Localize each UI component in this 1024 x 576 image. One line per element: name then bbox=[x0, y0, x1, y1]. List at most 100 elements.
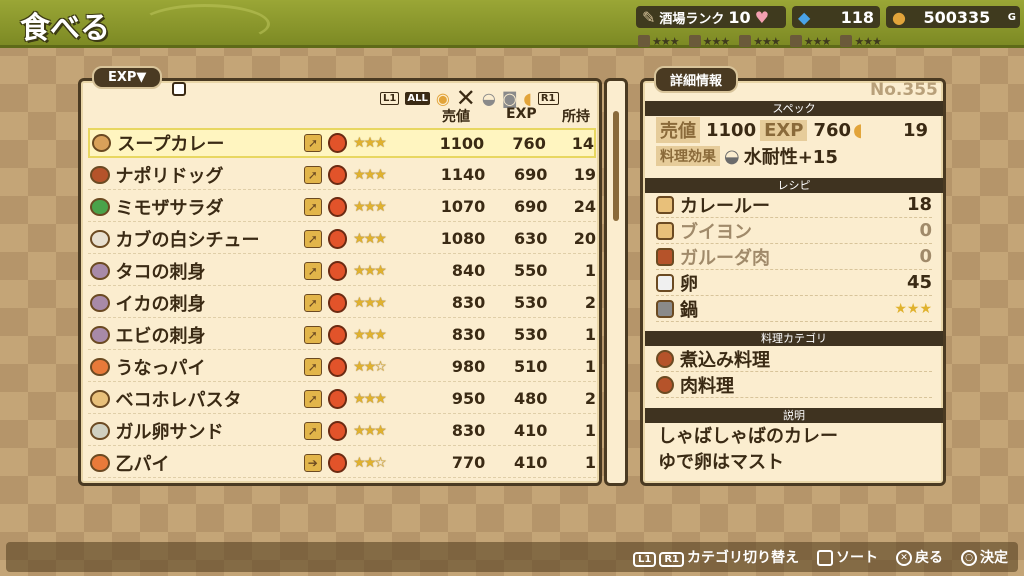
meat-filter-icon[interactable]: ◖ bbox=[523, 89, 531, 108]
l1-button[interactable]: L1 bbox=[380, 91, 400, 105]
gold-unit: G bbox=[1007, 11, 1016, 23]
gem-icon: ◆ bbox=[798, 7, 811, 27]
rating-stars: ★★☆ bbox=[353, 358, 387, 375]
bunny-icon: ♥ bbox=[754, 7, 770, 27]
food-name: カブの白シチュー bbox=[115, 229, 260, 251]
scrollbar-track[interactable] bbox=[604, 78, 628, 486]
mood-face-icon bbox=[327, 228, 348, 249]
food-list-row[interactable]: ナポリドッグ ➚ ★★★ 1140 690 19 bbox=[88, 160, 596, 190]
col-header-exp: EXP bbox=[506, 106, 537, 122]
gold-counter: ● 500335 G bbox=[886, 6, 1020, 28]
mood-face-icon bbox=[327, 324, 348, 345]
coin-filter-icon[interactable]: ◉ bbox=[436, 89, 450, 108]
lamp-icon bbox=[840, 35, 853, 47]
ingredient-icon bbox=[656, 247, 674, 266]
ingredient-name: カレールー bbox=[680, 195, 770, 217]
description-line-2: ゆで卵はマスト bbox=[658, 452, 784, 473]
mini-status-row: ★★★ ★★★ ★★★ ★★★ ★★★ bbox=[638, 33, 882, 49]
trend-arrow-icon: ➚ bbox=[304, 261, 322, 280]
food-icon bbox=[90, 389, 110, 408]
hint-confirm[interactable]: ○ 決定 bbox=[961, 547, 1008, 567]
food-name: ガル卵サンド bbox=[115, 421, 224, 443]
trend-arrow-icon: ➚ bbox=[304, 325, 322, 344]
exp-label: EXP bbox=[760, 119, 808, 141]
food-icon bbox=[739, 35, 752, 47]
mood-face-icon bbox=[327, 292, 348, 313]
recipe-ingredient: 卵 45 bbox=[656, 270, 932, 296]
description: しゃばしゃばのカレー ゆで卵はマスト bbox=[658, 424, 838, 476]
trend-arrow-icon: ➚ bbox=[304, 389, 322, 408]
food-list-row[interactable]: うなっパイ ➚ ★★☆ 980 510 1 bbox=[88, 352, 596, 382]
food-price: 980 bbox=[451, 357, 486, 376]
food-price: 1070 bbox=[440, 197, 486, 216]
food-list-row[interactable]: イカの刺身 ➚ ★★★ 830 530 2 bbox=[88, 288, 596, 318]
col-header-price: 売値 bbox=[442, 109, 470, 125]
food-icon bbox=[90, 357, 110, 376]
trend-arrow-icon: ➚ bbox=[304, 134, 322, 152]
food-list-row[interactable]: エビの刺身 ➚ ★★★ 830 530 1 bbox=[88, 320, 596, 350]
category-icon bbox=[656, 349, 674, 368]
trend-arrow-icon: ➚ bbox=[304, 197, 322, 216]
cup-filter-icon[interactable]: ◙ bbox=[502, 89, 518, 108]
rating-stars: ★★★ bbox=[353, 422, 387, 439]
ingredient-name: 鍋 bbox=[680, 299, 698, 321]
food-owned: 19 bbox=[573, 165, 597, 184]
scrollbar-thumb[interactable] bbox=[613, 111, 619, 221]
button-hints: L1 R1 カテゴリ切り替え ソート ✕ 戻る ○ 決定 bbox=[6, 542, 1018, 572]
price-value: 1100 bbox=[706, 119, 757, 141]
food-exp: 480 bbox=[514, 389, 548, 408]
square-icon bbox=[817, 550, 833, 566]
coin-icon: ● bbox=[892, 7, 906, 27]
hint-back[interactable]: ✕ 戻る bbox=[896, 547, 943, 567]
food-exp: 530 bbox=[514, 293, 548, 312]
food-icon bbox=[90, 453, 110, 472]
mood-face-icon bbox=[327, 356, 348, 377]
r1-button[interactable]: R1 bbox=[537, 91, 559, 105]
ingredient-icon bbox=[656, 273, 674, 292]
food-name: うなっパイ bbox=[115, 357, 206, 379]
food-icon bbox=[90, 293, 110, 312]
hint-category-switch[interactable]: L1 R1 カテゴリ切り替え bbox=[632, 547, 799, 567]
mini-stat-1: ★★★ bbox=[638, 33, 680, 49]
food-price: 950 bbox=[451, 389, 486, 408]
food-price: 1100 bbox=[439, 133, 485, 153]
food-owned: 2 bbox=[584, 389, 597, 408]
food-exp: 510 bbox=[514, 357, 548, 376]
filter-all[interactable]: ALL bbox=[405, 91, 430, 105]
item-number: No.355 bbox=[870, 80, 938, 100]
hint-sort[interactable]: ソート bbox=[817, 547, 878, 567]
food-list-row[interactable]: スープカレー ➚ ★★★ 1100 760 14 bbox=[88, 128, 596, 158]
effect-label: 料理効果 bbox=[656, 146, 720, 166]
food-owned: 1 bbox=[584, 453, 597, 472]
food-name: ナポリドッグ bbox=[115, 165, 224, 187]
food-price: 830 bbox=[451, 293, 486, 312]
food-list-row[interactable]: ガル卵サンド ➚ ★★★ 830 410 1 bbox=[88, 416, 596, 446]
mood-face-icon bbox=[327, 388, 348, 409]
mood-face-icon bbox=[327, 164, 348, 185]
food-price: 770 bbox=[451, 453, 486, 472]
food-icon bbox=[90, 261, 110, 280]
food-list-row[interactable]: 乙パイ ➔ ★★☆ 770 410 1 bbox=[88, 448, 596, 478]
sort-dropdown[interactable]: EXP▼ bbox=[92, 66, 163, 89]
food-list-row[interactable]: ベコホレパスタ ➚ ★★★ 950 480 2 bbox=[88, 384, 596, 414]
food-list-row[interactable]: タコの刺身 ➚ ★★★ 840 550 1 bbox=[88, 256, 596, 286]
food-owned: 1 bbox=[584, 261, 597, 280]
recipe-ingredient: 鍋 ★★★ bbox=[656, 296, 932, 322]
swirl-decoration bbox=[140, 4, 270, 44]
square-button-icon[interactable] bbox=[172, 82, 186, 96]
gem-count: 118 bbox=[840, 7, 874, 27]
cross-icon: ✕ bbox=[896, 550, 912, 566]
food-list-row[interactable]: ミモザサラダ ➚ ★★★ 1070 690 24 bbox=[88, 192, 596, 222]
bowl-filter-icon[interactable]: ◒ bbox=[482, 89, 496, 108]
food-list-row[interactable]: カブの白シチュー ➚ ★★★ 1080 630 20 bbox=[88, 224, 596, 254]
food-exp: 530 bbox=[514, 325, 548, 344]
ingredient-qty: 0 bbox=[919, 220, 932, 241]
page-title: 食べる bbox=[20, 11, 110, 46]
rank-label: 酒場ランク bbox=[659, 11, 725, 27]
category-name: 煮込み料理 bbox=[680, 349, 770, 371]
rating-stars: ★★★ bbox=[353, 135, 387, 151]
ingredient-icon bbox=[656, 195, 674, 214]
food-price: 840 bbox=[451, 261, 486, 280]
food-exp: 690 bbox=[514, 165, 548, 184]
chair-icon bbox=[789, 35, 802, 47]
